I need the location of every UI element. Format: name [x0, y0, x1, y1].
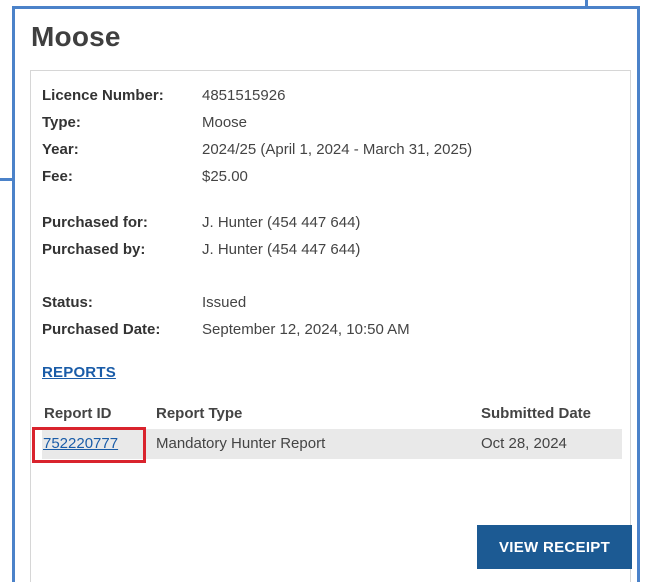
licence-year-value: 2024/25 (April 1, 2024 - March 31, 2025)	[202, 141, 473, 158]
purchased-date-value: September 12, 2024, 10:50 AM	[202, 321, 410, 338]
column-header-report-id: Report ID	[44, 405, 112, 422]
licence-type-label: Type:	[42, 114, 81, 131]
reports-heading-link[interactable]: REPORTS	[42, 364, 116, 381]
column-header-report-type: Report Type	[156, 405, 243, 422]
purchased-by-value: J. Hunter (454 447 644)	[202, 241, 361, 258]
page-title: Moose	[31, 21, 121, 52]
purchased-for-label: Purchased for:	[42, 214, 148, 231]
report-type-cell: Mandatory Hunter Report	[156, 435, 326, 452]
licence-type-value: Moose	[202, 114, 248, 131]
licence-fee-label: Fee:	[42, 168, 73, 185]
view-receipt-button[interactable]: VIEW RECEIPT	[477, 525, 632, 569]
purchased-for-value: J. Hunter (454 447 644)	[202, 214, 361, 231]
licence-card: Licence Number: 4851515926 Type: Moose Y…	[30, 70, 632, 582]
licence-fee-value: $25.00	[202, 168, 248, 185]
licence-type-field: Type: Moose	[42, 112, 602, 134]
licence-year-label: Year:	[42, 141, 79, 158]
licence-year-field: Year: 2024/25 (April 1, 2024 - March 31,…	[42, 139, 602, 161]
column-header-submitted-date: Submitted Date	[481, 405, 592, 422]
licence-detail-panel: Moose Licence Number: 4851515926 Type: M…	[12, 6, 640, 582]
status-value: Issued	[202, 294, 247, 311]
purchased-by-field: Purchased by: J. Hunter (454 447 644)	[42, 239, 602, 261]
report-id-link[interactable]: 752220777	[43, 434, 118, 454]
purchased-date-label: Purchased Date:	[42, 321, 161, 338]
purchased-for-field: Purchased for: J. Hunter (454 447 644)	[42, 212, 602, 234]
submitted-date-cell: Oct 28, 2024	[481, 435, 567, 452]
purchased-date-field: Purchased Date: September 12, 2024, 10:5…	[42, 319, 602, 341]
licence-number-value: 4851515926	[202, 87, 286, 104]
licence-fee-field: Fee: $25.00	[42, 166, 602, 188]
licence-number-label: Licence Number:	[42, 87, 164, 104]
status-field: Status: Issued	[42, 292, 602, 314]
status-label: Status:	[42, 294, 93, 311]
tutorial-stage: Moose Licence Number: 4851515926 Type: M…	[0, 0, 652, 582]
purchased-by-label: Purchased by:	[42, 241, 146, 258]
licence-number-field: Licence Number: 4851515926	[42, 85, 602, 107]
